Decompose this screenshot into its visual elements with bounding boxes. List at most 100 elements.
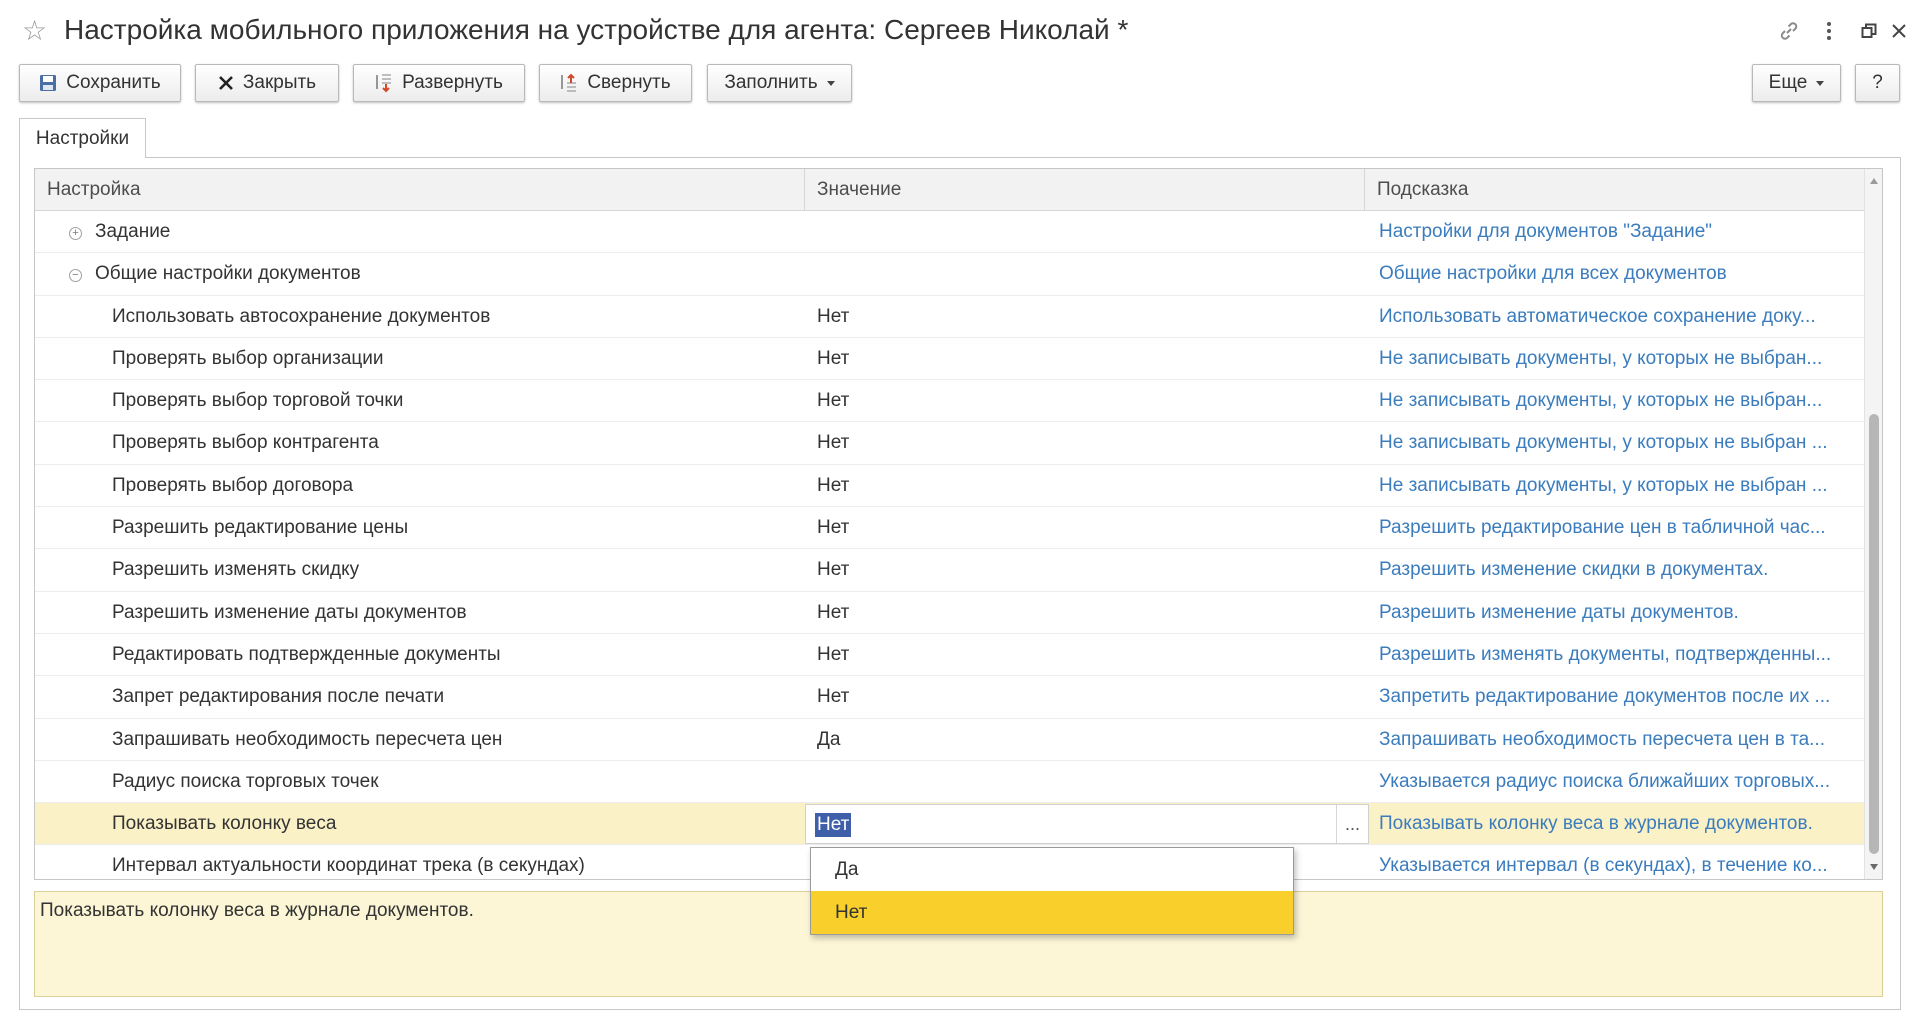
setting-hint-link[interactable]: Использовать автоматическое сохранение д…	[1373, 296, 1882, 338]
value-editor-text[interactable]: Нет	[815, 813, 852, 838]
setting-name-cell: Использовать автосохранение документов	[35, 296, 803, 338]
tab-settings[interactable]: Настройки	[19, 118, 146, 158]
setting-value[interactable]: Нет	[805, 338, 1361, 380]
setting-name: Проверять выбор организации	[112, 347, 384, 369]
setting-name-cell: Запрашивать необходимость пересчета цен	[35, 719, 803, 761]
plus-circle-icon[interactable]: +	[69, 227, 82, 240]
setting-value[interactable]: Нет	[805, 634, 1361, 676]
table-row[interactable]: Запрашивать необходимость пересчета цен Д…	[35, 719, 1865, 761]
close-icon[interactable]	[1882, 14, 1916, 48]
collapse-button-label: Свернуть	[587, 72, 671, 93]
table-row[interactable]: Проверять выбор организации Нет Не записыв…	[35, 338, 1865, 381]
table-row[interactable]: Проверять выбор контрагента Нет Не записыв…	[35, 422, 1865, 465]
scroll-up-icon[interactable]	[1870, 178, 1878, 184]
close-form-button[interactable]: Закрыть	[195, 64, 339, 102]
setting-hint-link[interactable]: Указывается радиус поиска ближайших торг…	[1373, 761, 1882, 803]
more-menu-button[interactable]: Еще	[1752, 64, 1841, 102]
setting-name: Общие настройки документов	[95, 263, 361, 285]
more-vertical-icon[interactable]	[1812, 14, 1846, 48]
setting-name: Разрешить изменение даты документов	[112, 601, 467, 623]
setting-name-cell: − Общие настройки документов	[35, 253, 803, 295]
collapse-tree-icon	[560, 73, 578, 93]
chevron-down-icon	[826, 80, 835, 86]
setting-hint-link[interactable]: Общие настройки для всех документов	[1373, 253, 1882, 295]
setting-value[interactable]: Нет	[805, 380, 1361, 422]
setting-hint-link[interactable]: Разрешить редактирование цен в табличной…	[1373, 507, 1882, 549]
vertical-scrollbar[interactable]	[1864, 169, 1882, 879]
setting-hint-link[interactable]: Запрашивать необходимость пересчета цен …	[1373, 719, 1882, 761]
expand-tree-icon	[375, 73, 393, 93]
table-row[interactable]: − Общие настройки документов Общие настрой…	[35, 253, 1865, 296]
setting-name: Показывать колонку веса	[112, 813, 337, 835]
setting-name-cell: Разрешить редактирование цены	[35, 507, 803, 549]
dropdown-option[interactable]: Нет	[811, 891, 1293, 934]
setting-hint-link[interactable]: Разрешить изменение даты документов.	[1373, 592, 1882, 634]
minus-circle-icon[interactable]: −	[69, 269, 82, 283]
setting-hint-link[interactable]: Запретить редактирование документов посл…	[1373, 676, 1882, 718]
collapse-button[interactable]: Свернуть	[539, 64, 692, 102]
setting-value[interactable]: Нет	[805, 507, 1361, 549]
setting-hint-link[interactable]: Настройки для документов "Задание"	[1373, 211, 1882, 253]
table-row[interactable]: Разрешить изменение даты документов Нет Ра…	[35, 592, 1865, 634]
window-restore-icon[interactable]	[1852, 14, 1886, 48]
table-row[interactable]: Проверять выбор договора Нет Не записывать…	[35, 465, 1865, 508]
setting-name-cell: Проверять выбор контрагента	[35, 422, 803, 464]
help-button-label: ?	[1872, 72, 1883, 93]
setting-value[interactable]: Нет	[805, 422, 1361, 464]
table-row[interactable]: Разрешить редактирование цены Нет Разрешит…	[35, 507, 1865, 550]
table-row[interactable]: + Задание Настройки для документов "Задани…	[35, 211, 1865, 254]
table-row[interactable]: Использовать автосохранение документов Не…	[35, 296, 1865, 338]
setting-name-cell: Редактировать подтвержденные документы	[35, 634, 803, 676]
column-header-setting[interactable]: Настройка	[35, 169, 805, 211]
column-header-hint[interactable]: Подсказка	[1365, 169, 1865, 211]
setting-hint-link[interactable]: Разрешить изменять документы, подтвержде…	[1373, 634, 1882, 676]
setting-value[interactable]: Нет	[805, 592, 1361, 634]
fill-menu-button[interactable]: Заполнить	[707, 64, 852, 102]
setting-hint-link[interactable]: Указывается интервал (в секундах), в теч…	[1373, 845, 1882, 879]
window-title: Настройка мобильного приложения на устро…	[64, 14, 1129, 45]
scrollbar-thumb[interactable]	[1869, 414, 1879, 854]
table-row[interactable]: Радиус поиска торговых точек Указывается …	[35, 761, 1865, 804]
setting-hint-link[interactable]: Не записывать документы, у которых не вы…	[1373, 465, 1882, 507]
setting-name: Проверять выбор контрагента	[112, 432, 379, 454]
setting-hint-link[interactable]: Не записывать документы, у которых не вы…	[1373, 380, 1882, 422]
save-button[interactable]: Сохранить	[19, 64, 181, 102]
setting-value[interactable]: Да	[805, 719, 1361, 761]
setting-value[interactable]: Нет	[805, 296, 1361, 338]
setting-value[interactable]: Нет	[805, 676, 1361, 718]
setting-name-cell: Радиус поиска торговых точек	[35, 761, 803, 803]
star-icon[interactable]: ☆	[22, 14, 47, 48]
expand-button[interactable]: Развернуть	[353, 64, 525, 102]
table-row[interactable]: Редактировать подтвержденные документы Не…	[35, 634, 1865, 677]
setting-value[interactable]	[805, 253, 1361, 295]
scroll-down-icon[interactable]	[1870, 864, 1878, 870]
value-editor[interactable]: Нет...	[805, 804, 1369, 845]
column-header-value[interactable]: Значение	[805, 169, 1365, 211]
dropdown-option[interactable]: Да	[811, 848, 1293, 891]
setting-hint-link[interactable]: Не записывать документы, у которых не вы…	[1373, 338, 1882, 380]
fill-menu-button-label: Заполнить	[724, 72, 818, 93]
setting-name-cell: Проверять выбор торговой точки	[35, 380, 803, 422]
setting-value[interactable]: Нет	[805, 465, 1361, 507]
setting-hint-link[interactable]: Не записывать документы, у которых не вы…	[1373, 422, 1882, 464]
setting-name: Запрашивать необходимость пересчета цен	[112, 728, 503, 750]
table-row[interactable]: Проверять выбор торговой точки Нет Не запи…	[35, 380, 1865, 423]
setting-value[interactable]: Нет	[805, 549, 1361, 591]
setting-name: Запрет редактирования после печати	[112, 686, 445, 708]
setting-value[interactable]	[805, 761, 1361, 803]
settings-table: Настройка Значение Подсказка + Задание Нас…	[34, 168, 1883, 880]
setting-name-cell: + Задание	[35, 211, 803, 253]
table-row[interactable]: Запрет редактирования после печати Нет Зап…	[35, 676, 1865, 719]
choice-button[interactable]: ...	[1336, 805, 1368, 844]
expand-button-label: Развернуть	[402, 72, 503, 93]
table-row[interactable]: Разрешить изменять скидку Нет Разрешить из…	[35, 549, 1865, 592]
setting-hint-link[interactable]: Показывать колонку веса в журнале докуме…	[1373, 803, 1882, 845]
setting-value[interactable]	[805, 211, 1361, 253]
chevron-down-icon	[1816, 80, 1825, 86]
link-icon[interactable]	[1772, 14, 1806, 48]
help-button[interactable]: ?	[1855, 64, 1900, 102]
setting-name: Проверять выбор торговой точки	[112, 390, 404, 412]
setting-hint-link[interactable]: Разрешить изменение скидки в документах.	[1373, 549, 1882, 591]
table-row-selected[interactable]: Показывать колонку веса Нет... Показывать …	[35, 803, 1865, 846]
setting-name: Задание	[95, 221, 171, 242]
